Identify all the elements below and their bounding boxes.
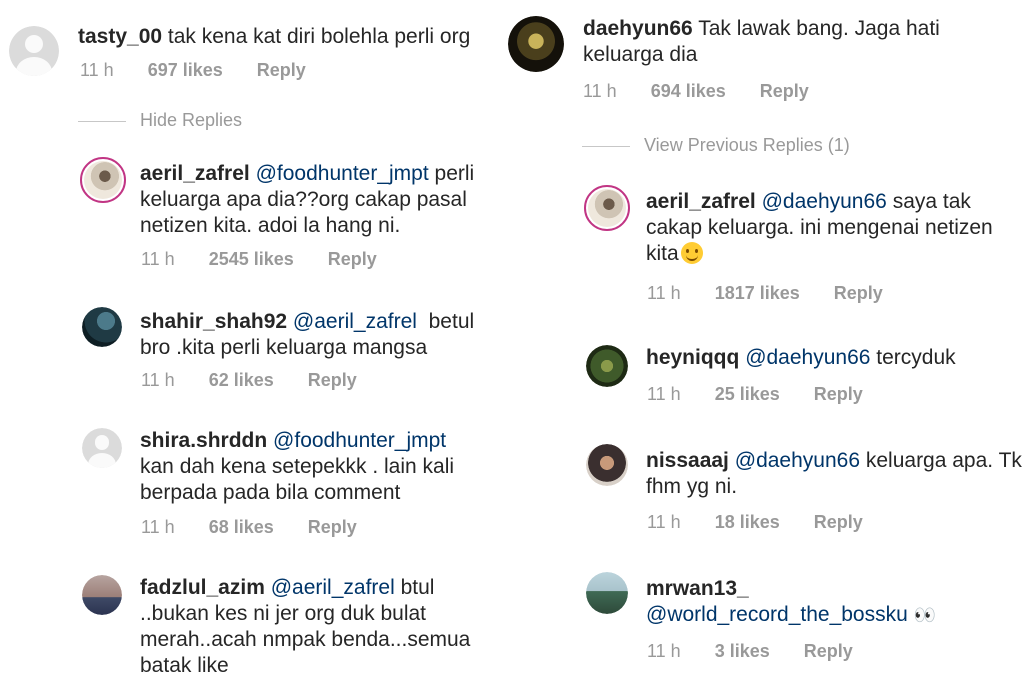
view-previous-replies-label: View Previous Replies (1)	[644, 135, 850, 155]
likes-count[interactable]: 25 likes	[715, 384, 780, 404]
likes-count[interactable]: 68 likes	[209, 517, 274, 537]
smiling-face-emoji-icon	[680, 242, 703, 264]
hide-replies-button[interactable]: Hide Replies	[78, 110, 242, 131]
reply-button[interactable]: Reply	[834, 283, 883, 303]
mention-link[interactable]: @world_record_the_bossku	[646, 603, 908, 626]
reply-username[interactable]: heyniqqq	[646, 346, 739, 369]
reply-meta: 11 h 62 likes Reply	[141, 369, 391, 391]
reply-button[interactable]: Reply	[814, 384, 863, 404]
likes-count[interactable]: 18 likes	[715, 512, 780, 532]
reply-username[interactable]: shahir_shah92	[140, 310, 287, 333]
reply-button[interactable]: Reply	[308, 517, 357, 537]
comment-text: daehyun66 Tak lawak bang. Jaga hati kelu…	[583, 16, 1003, 68]
avatar[interactable]	[80, 157, 126, 203]
avatar[interactable]	[82, 307, 122, 347]
reply-button[interactable]: Reply	[760, 81, 809, 101]
divider-line	[78, 120, 126, 122]
reply-text: aeril_zafrel @daehyun66 saya tak cakap k…	[646, 189, 1028, 267]
reply-time: 11 h	[647, 384, 681, 404]
reply-time: 11 h	[141, 370, 175, 390]
eyes-emoji-icon: 👀	[913, 605, 936, 625]
reply-button[interactable]: Reply	[814, 512, 863, 532]
divider-line	[582, 145, 630, 147]
likes-count[interactable]: 2545 likes	[209, 249, 294, 269]
reply-time: 11 h	[647, 512, 681, 532]
reply-username[interactable]: aeril_zafrel	[646, 190, 756, 213]
mention-link[interactable]: @aeril_zafrel	[271, 576, 395, 599]
reply-body-rest: bro .kita perli keluarga mangsa	[140, 336, 428, 359]
reply-text: aeril_zafrel @foodhunter_jmpt perli kelu…	[140, 161, 485, 239]
reply-body: betul	[428, 310, 475, 333]
reply-text: mrwan13_ @world_record_the_bossku 👀	[646, 576, 1028, 628]
reply-meta: 11 h 68 likes Reply	[141, 516, 391, 538]
comment-time: 11 h	[583, 81, 617, 101]
reply-meta: 11 h 2545 likes Reply	[141, 248, 411, 270]
likes-count[interactable]: 697 likes	[148, 60, 223, 80]
avatar[interactable]	[82, 575, 122, 615]
reply-text: nissaaaj @daehyun66 keluarga apa. Tk fhm…	[646, 448, 1028, 500]
reply-meta: 11 h 25 likes Reply	[647, 383, 897, 405]
likes-count[interactable]: 3 likes	[715, 641, 770, 661]
likes-count[interactable]: 62 likes	[209, 370, 274, 390]
reply-username[interactable]: aeril_zafrel	[140, 162, 250, 185]
mention-link[interactable]: @foodhunter_jmpt	[256, 162, 429, 185]
mention-link[interactable]: @aeril_zafrel	[293, 310, 417, 333]
avatar[interactable]	[508, 16, 564, 72]
reply-body-rest: keluarga apa dia??org cakap pasal netize…	[140, 188, 467, 237]
comment-text: tasty_00 tak kena kat diri bolehla perli…	[78, 24, 498, 50]
reply-time: 11 h	[647, 283, 681, 303]
comment-username[interactable]: daehyun66	[583, 17, 693, 40]
comment-body: tak kena kat diri bolehla perli org	[167, 25, 471, 48]
reply-text: heyniqqq @daehyun66 tercyduk	[646, 345, 1028, 371]
reply-username[interactable]: fadzlul_azim	[140, 576, 265, 599]
right-comment-thread: daehyun66 Tak lawak bang. Jaga hati kelu…	[504, 0, 1034, 675]
reply-meta: 11 h 18 likes Reply	[647, 511, 897, 533]
reply-time: 11 h	[141, 517, 175, 537]
reply-body: perli	[434, 162, 475, 185]
reply-text: fadzlul_azim @aeril_zafrel btul ..bukan …	[140, 575, 485, 675]
avatar[interactable]	[584, 185, 630, 231]
comment-meta: 11 h 694 likes Reply	[583, 80, 843, 102]
mention-link[interactable]: @daehyun66	[745, 346, 870, 369]
comment-username[interactable]: tasty_00	[78, 25, 162, 48]
default-avatar-icon[interactable]	[82, 428, 122, 468]
default-avatar-icon[interactable]	[9, 26, 59, 76]
mention-link[interactable]: @foodhunter_jmpt	[273, 429, 446, 452]
reply-button[interactable]: Reply	[308, 370, 357, 390]
reply-body: tercyduk	[876, 346, 956, 369]
reply-meta: 11 h 1817 likes Reply	[647, 282, 917, 304]
likes-count[interactable]: 694 likes	[651, 81, 726, 101]
avatar[interactable]	[586, 345, 628, 387]
reply-button[interactable]: Reply	[328, 249, 377, 269]
reply-button[interactable]: Reply	[257, 60, 306, 80]
reply-body: kan dah kena setepekkk . lain kali berpa…	[140, 455, 455, 504]
view-previous-replies-button[interactable]: View Previous Replies (1)	[582, 135, 850, 156]
reply-button[interactable]: Reply	[804, 641, 853, 661]
reply-username[interactable]: shira.shrddn	[140, 429, 267, 452]
comment-meta: 11 h 697 likes Reply	[80, 59, 340, 81]
reply-username[interactable]: nissaaaj	[646, 449, 729, 472]
likes-count[interactable]: 1817 likes	[715, 283, 800, 303]
reply-username[interactable]: mrwan13_	[646, 577, 749, 600]
comment-time: 11 h	[80, 60, 114, 80]
mention-link[interactable]: @daehyun66	[762, 190, 887, 213]
avatar[interactable]	[586, 444, 628, 486]
hide-replies-label: Hide Replies	[140, 110, 243, 130]
left-comment-thread: tasty_00 tak kena kat diri bolehla perli…	[0, 0, 500, 675]
reply-time: 11 h	[141, 249, 175, 269]
reply-time: 11 h	[647, 641, 681, 661]
mention-link[interactable]: @daehyun66	[735, 449, 860, 472]
reply-meta: 11 h 3 likes Reply	[647, 640, 887, 662]
avatar[interactable]	[586, 572, 628, 614]
reply-text: shahir_shah92 @aeril_zafrel betul bro .k…	[140, 309, 485, 361]
reply-text: shira.shrddn @foodhunter_jmpt kan dah ke…	[140, 428, 485, 506]
